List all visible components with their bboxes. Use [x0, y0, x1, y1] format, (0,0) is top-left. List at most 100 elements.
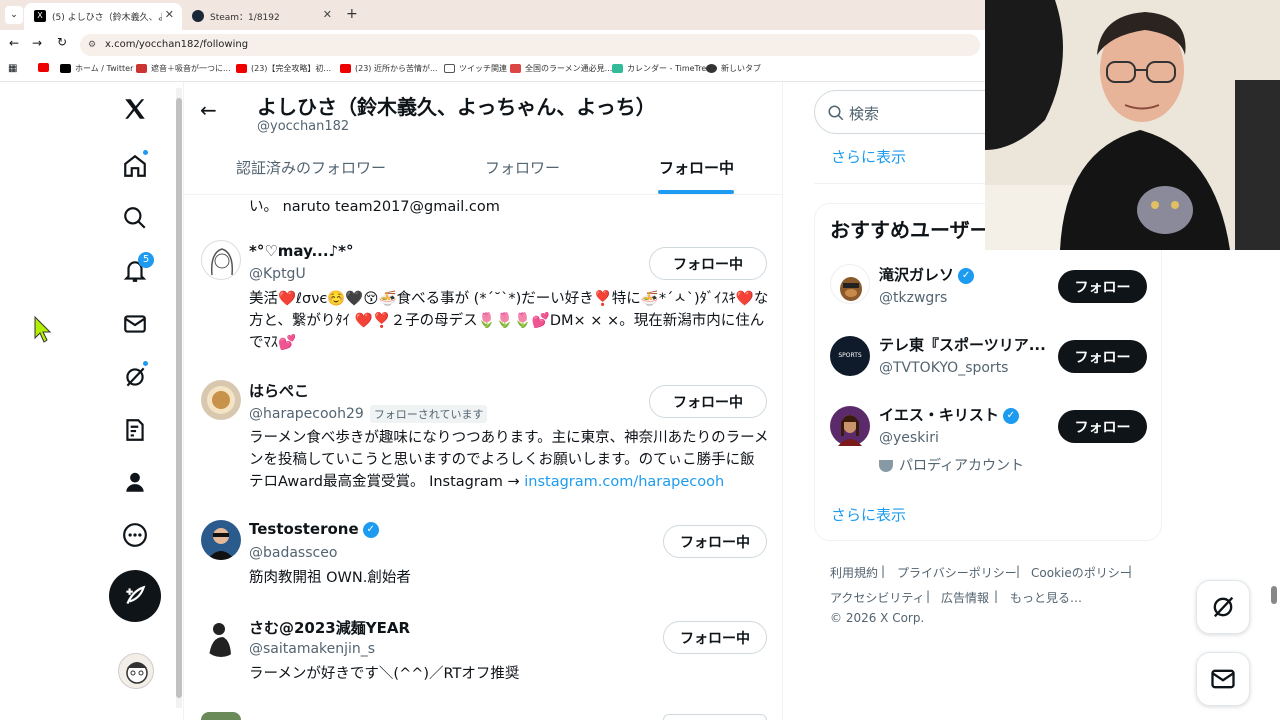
user-cell[interactable]: Testosterone ✓ @badassceo フォロー中 筋肉教開祖 OWN…	[183, 516, 783, 606]
user-cell[interactable]: *°♡may...♪*° @KptgU フォロー中 美活❤️ℓσνє☺️🖤😚🍜食…	[183, 236, 783, 366]
rec-name[interactable]: イエス・キリスト	[879, 406, 999, 424]
follow-button[interactable]: フォロー	[1058, 270, 1147, 303]
tab-close-icon[interactable]: ✕	[323, 8, 332, 21]
bio-link[interactable]: instagram.com/harapecooh	[524, 474, 724, 490]
user-name[interactable]: Testosterone	[249, 520, 359, 538]
user-handle[interactable]: @harapecooh29	[249, 406, 364, 422]
browser-tab-active[interactable]: X (5) よしひさ（鈴木義久、よっちゃん、 ✕	[24, 3, 182, 30]
grok-icon[interactable]	[120, 360, 150, 392]
footer-copyright: © 2026 X Corp.	[830, 611, 925, 625]
more-icon[interactable]	[120, 520, 150, 550]
x-logo-icon[interactable]	[120, 94, 150, 124]
user-avatar[interactable]	[201, 617, 241, 657]
timetree-icon	[612, 64, 623, 73]
tab-following[interactable]: フォロー中	[659, 157, 734, 178]
globe-icon	[706, 64, 717, 73]
back-icon[interactable]: ←	[9, 36, 19, 50]
rec-handle[interactable]: @TVTOKYO_sports	[879, 360, 1008, 376]
footer-more[interactable]: もっと見る…	[1010, 589, 1082, 606]
user-avatar[interactable]	[201, 380, 241, 420]
bookmark-item[interactable]: カレンダー - TimeTree	[612, 63, 711, 74]
user-cell[interactable]: はらぺこ @harapecooh29 フォローされています フォロー中 ラーメン食…	[183, 376, 783, 506]
back-arrow-icon[interactable]: ←	[200, 98, 217, 122]
show-more-link[interactable]: さらに表示	[831, 146, 906, 167]
user-handle-row: @harapecooh29 フォローされています	[249, 405, 488, 423]
bookmark-item[interactable]: 新しいタブ	[706, 63, 761, 74]
verified-badge-icon: ✓	[958, 267, 975, 284]
home-icon[interactable]	[120, 149, 150, 181]
footer-accessibility[interactable]: アクセシビリティ	[830, 589, 925, 606]
apps-grid-icon[interactable]: ▦	[8, 63, 17, 74]
explore-icon[interactable]	[120, 203, 150, 233]
following-button[interactable]: フォロー中	[649, 247, 767, 280]
tab-verified-followers[interactable]: 認証済みのフォロワー	[236, 157, 386, 178]
user-handle[interactable]: @saitamakenjin_s	[249, 641, 375, 657]
url-field[interactable]: ⚙ x.com/yocchan182/following	[80, 34, 980, 56]
user-handle[interactable]: @badassceo	[249, 545, 337, 561]
following-button[interactable]: フォロー中	[663, 525, 767, 558]
user-name[interactable]: はらぺこ	[249, 380, 309, 401]
follow-button[interactable]: フォロー	[1058, 340, 1147, 373]
page-icon	[510, 64, 521, 73]
tab-close-icon[interactable]: ✕	[165, 8, 174, 21]
profile-icon[interactable]	[120, 467, 150, 497]
user-bio: 筋肉教開祖 OWN.創始者	[249, 570, 411, 586]
messages-icon[interactable]	[120, 309, 150, 339]
bookmark-item[interactable]	[38, 63, 53, 72]
profile-handle: @yocchan182	[257, 119, 350, 134]
user-name[interactable]: *°♡may...♪*°	[249, 242, 354, 260]
user-avatar[interactable]	[201, 520, 241, 560]
bookmark-item[interactable]: 遮音＋吸音が一つに...	[136, 63, 231, 74]
bookmark-label: カレンダー - TimeTree	[627, 64, 712, 73]
bookmark-item[interactable]: ホーム / Twitter	[60, 63, 133, 74]
user-bio: 美活❤️ℓσνє☺️🖤😚🍜食べる事が (*´˘`*)だーい好き❣️特に🍜*´ㅅ`…	[249, 291, 769, 351]
reload-icon[interactable]: ↻	[57, 35, 67, 49]
browser-tab[interactable]: Steam：1/8192 ✕	[182, 3, 340, 30]
user-bio: ラーメン食べ歩きが趣味になりつつあります。主に東京、神奈川あたりのラーメンを投稿…	[249, 427, 769, 493]
profile-name: よしひさ（鈴木義久、よっちゃん、よっち）	[257, 95, 656, 119]
rec-name[interactable]: テレ東『スポーツリア...	[879, 334, 1046, 355]
follow-button[interactable]: フォロー	[1058, 410, 1147, 443]
notifications-icon[interactable]: 5	[120, 252, 154, 286]
rec-show-more-link[interactable]: さらに表示	[831, 504, 906, 525]
grok-float-button[interactable]	[1196, 580, 1250, 634]
rec-avatar[interactable]	[830, 406, 870, 446]
rec-name-row: イエス・キリスト ✓	[879, 404, 1019, 425]
forward-icon[interactable]: →	[32, 36, 42, 50]
footer-separator: |	[926, 589, 931, 603]
lists-icon[interactable]	[120, 415, 150, 445]
rec-avatar[interactable]	[830, 264, 870, 304]
scrollbar-track[interactable]	[176, 88, 182, 708]
notification-dot	[142, 360, 149, 367]
site-info-icon[interactable]: ⚙	[88, 34, 96, 56]
rec-name[interactable]: 滝沢ガレソ	[879, 266, 954, 284]
footer-cookie[interactable]: Cookieのポリシー	[1031, 564, 1132, 581]
account-avatar[interactable]	[118, 653, 154, 689]
scrollbar-thumb[interactable]	[176, 98, 182, 698]
x-favicon-icon	[60, 64, 71, 73]
cursor-pointer	[34, 315, 52, 348]
page-scrollbar-thumb[interactable]	[1271, 586, 1277, 604]
rec-avatar[interactable]: SPORTS	[830, 336, 870, 376]
search-bar[interactable]: 検索	[814, 90, 1014, 134]
rec-handle[interactable]: @tkzwgrs	[879, 290, 947, 306]
footer-terms[interactable]: 利用規約	[830, 564, 878, 581]
following-button[interactable]: フォロー中	[649, 385, 767, 418]
user-handle[interactable]: @KptgU	[249, 266, 306, 282]
messages-float-button[interactable]	[1196, 652, 1250, 706]
tab-list-dropdown-icon[interactable]: ⌄	[5, 6, 23, 24]
user-name[interactable]: さむ@2023減麺YEAR	[249, 617, 410, 638]
user-avatar[interactable]	[201, 240, 241, 280]
bookmark-item[interactable]: 全国のラーメン通必見...	[510, 63, 612, 74]
following-button[interactable]: フォロー中	[663, 621, 767, 654]
bookmark-item[interactable]: (23)【完全攻略】初...	[236, 63, 331, 74]
post-button[interactable]	[109, 570, 161, 622]
new-tab-button[interactable]: +	[346, 6, 358, 22]
footer-ads[interactable]: 広告情報	[941, 589, 989, 606]
bookmark-item[interactable]: (23) 近所から苦情が...	[340, 63, 438, 74]
user-cell[interactable]: さむ@2023減麺YEAR @saitamakenjin_s フォロー中 ラーメ…	[183, 613, 783, 703]
footer-privacy[interactable]: プライバシーポリシー	[897, 564, 1017, 581]
tab-followers[interactable]: フォロワー	[485, 157, 560, 178]
rec-handle[interactable]: @yeskiri	[879, 430, 939, 446]
bookmark-item[interactable]: ツイッチ関連	[444, 63, 507, 74]
